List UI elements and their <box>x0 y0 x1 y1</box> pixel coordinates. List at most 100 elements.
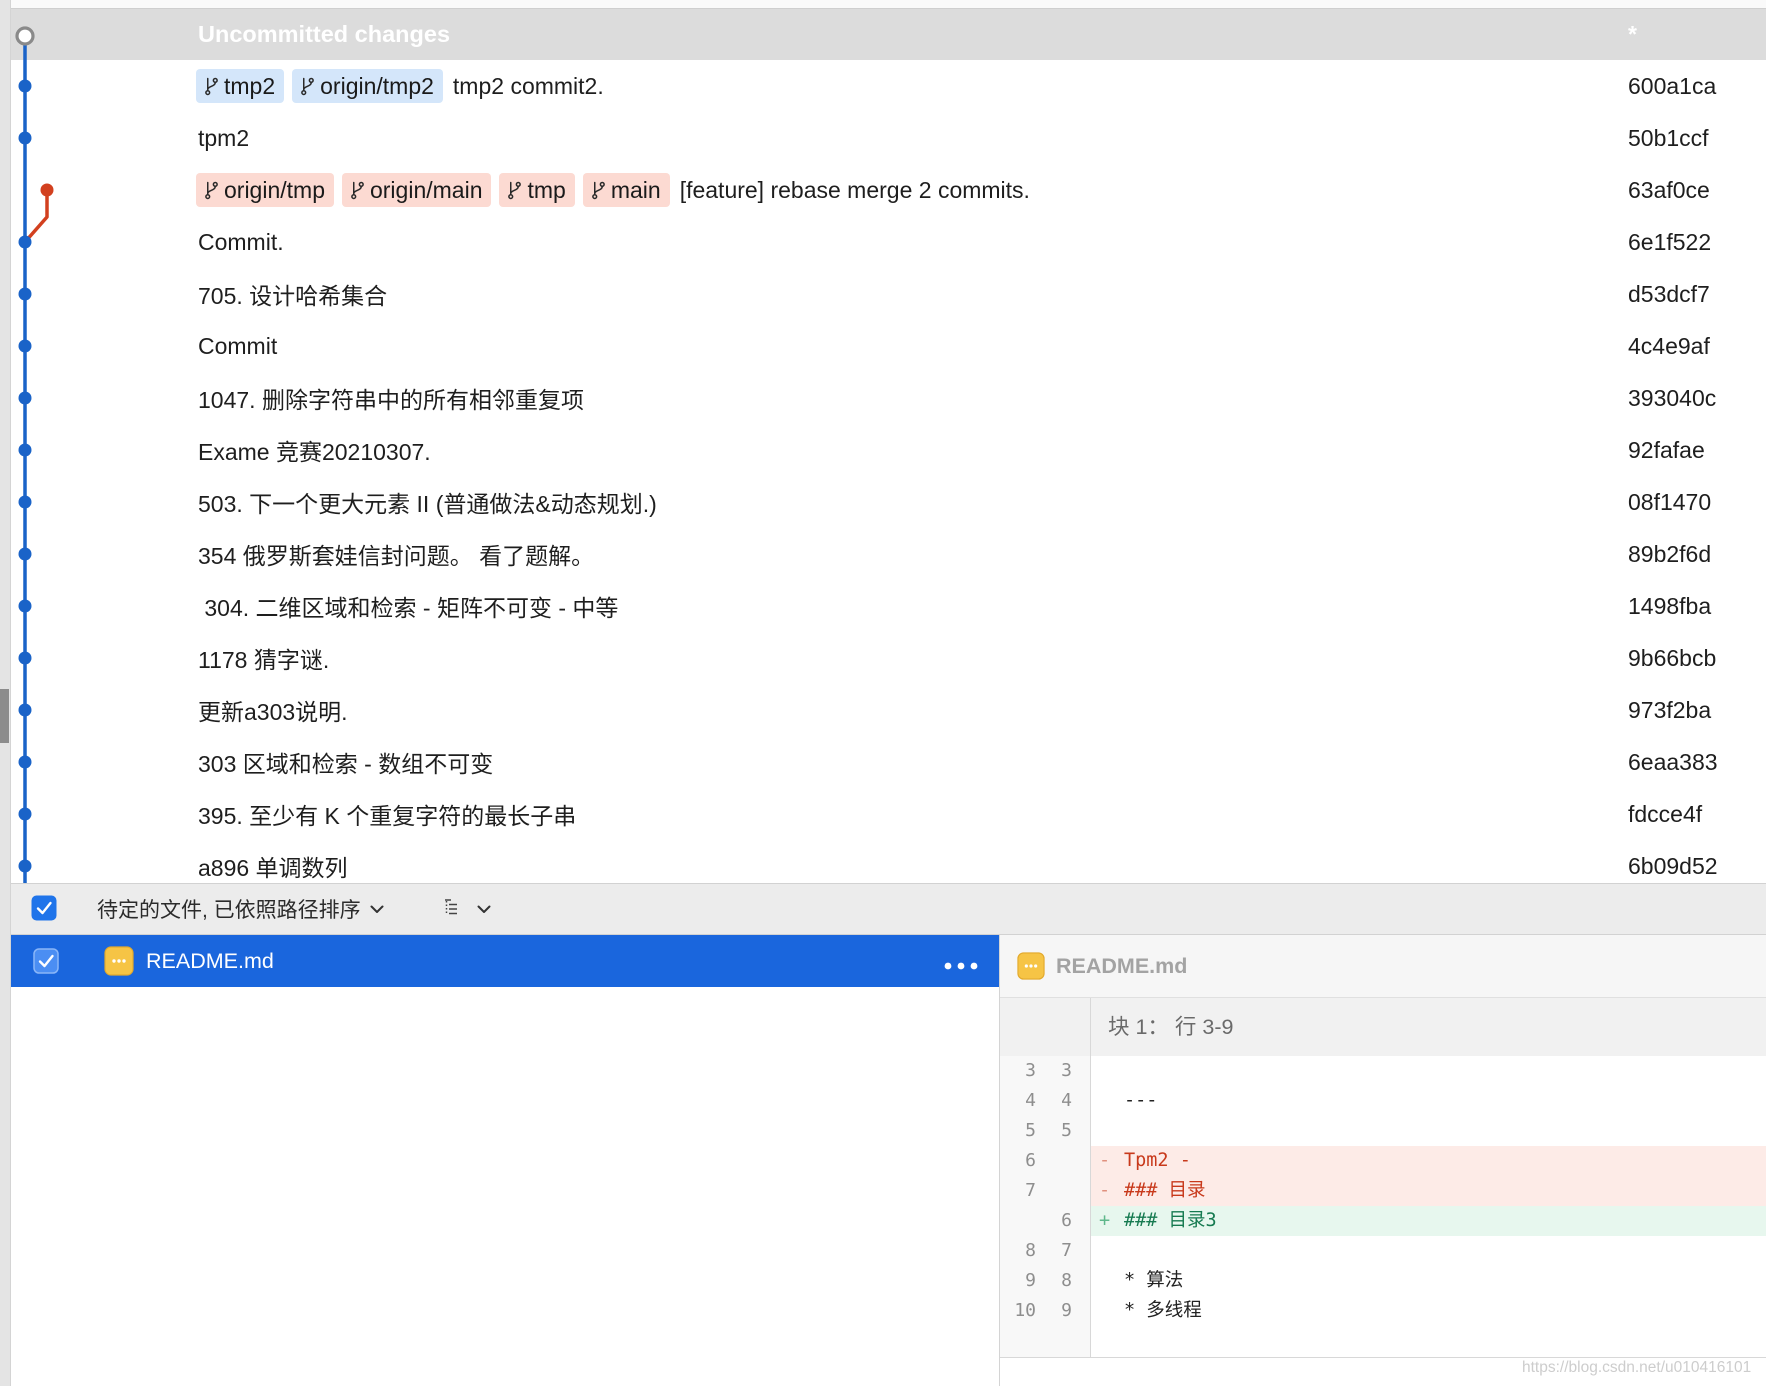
branch-badge: tmp2 <box>196 69 285 103</box>
branch-icon <box>350 180 365 200</box>
diff-line-text: --- <box>1124 1090 1158 1111</box>
commit-row[interactable]: 1047. 删除字符串中的所有相邻重复项 393040c <box>11 372 1766 424</box>
commit-description-cell: 503. 下一个更大元素 II (普通做法&动态规划.) <box>196 476 657 528</box>
branch-badge: origin/tmp <box>196 173 334 207</box>
commit-hash: 89b2f6d <box>1628 541 1712 567</box>
commit-row[interactable]: Commit. 6e1f522 <box>11 216 1766 268</box>
file-sort-dropdown[interactable]: 待定的文件, 已依照路径排序 <box>97 884 384 934</box>
commit-hash: 6b09d52 <box>1628 853 1718 879</box>
more-options-button[interactable] <box>944 957 978 970</box>
commit-row[interactable]: 1178 猜字谜. 9b66bcb <box>11 632 1766 684</box>
commit-row[interactable]: Commit 4c4e9af <box>11 320 1766 372</box>
branch-badge: tmp <box>499 173 575 207</box>
commit-dot <box>18 391 32 405</box>
new-line-number: 8 <box>1061 1270 1072 1291</box>
old-line-number: 3 <box>1025 1060 1036 1081</box>
commit-row[interactable]: 354 俄罗斯套娃信封问题。 看了题解。 89b2f6d <box>11 528 1766 580</box>
commit-message: 304. 二维区域和检索 - 矩阵不可变 - 中等 <box>198 595 619 621</box>
old-line-number: 7 <box>1025 1180 1036 1201</box>
commit-message: tmp2 commit2. <box>452 72 604 99</box>
commit-hash: 92fafae <box>1628 437 1705 463</box>
diff-line: 55 <box>1000 1116 1766 1146</box>
commit-row[interactable]: tmp2 origin/tmp2 tmp2 commit2. 600a1ca <box>11 60 1766 112</box>
commit-row[interactable]: 更新a303说明. 973f2ba <box>11 684 1766 736</box>
commit-description-cell: Exame 竞赛20210307. <box>196 424 431 476</box>
commit-description-cell: origin/tmp origin/main tmp main [feature] re… <box>196 164 1030 216</box>
commit-message: Exame 竞赛20210307. <box>198 439 431 465</box>
diff-line: 10 9 * 多线程 <box>1000 1296 1766 1326</box>
file-stage-checkbox[interactable] <box>33 948 59 974</box>
commit-hash: 4c4e9af <box>1628 333 1710 359</box>
branch-badge: origin/tmp2 <box>292 69 443 103</box>
commit-hash: 63af0ce <box>1628 177 1710 203</box>
branch-icon <box>507 180 522 200</box>
commit-message: 395. 至少有 K 个重复字符的最长子串 <box>198 803 577 829</box>
new-line-number: 5 <box>1061 1120 1072 1141</box>
commit-message: 更新a303说明. <box>198 699 348 725</box>
branch-icon <box>204 76 219 96</box>
commit-description-cell: Commit <box>196 320 277 372</box>
diff-sign: + <box>1099 1210 1111 1231</box>
diff-file-header: README.md <box>1000 935 1766 998</box>
branch-badge-label: origin/tmp <box>224 176 325 203</box>
commit-description-cell: tmp2 origin/tmp2 tmp2 commit2. <box>196 60 604 112</box>
commit-message: 705. 设计哈希集合 <box>198 283 388 309</box>
commit-message: a896 单调数列 <box>198 855 348 881</box>
new-line-number: 4 <box>1061 1090 1072 1111</box>
new-line-number: 6 <box>1061 1210 1072 1231</box>
diff-line-content: --- <box>1091 1086 1766 1116</box>
commit-row[interactable]: 503. 下一个更大元素 II (普通做法&动态规划.) 08f1470 <box>11 476 1766 528</box>
uncommitted-changes-label: Uncommitted changes <box>198 21 451 47</box>
file-sort-label: 待定的文件, 已依照路径排序 <box>97 899 361 922</box>
stage-all-checkbox[interactable] <box>31 895 57 921</box>
branch-badge: main <box>582 173 670 207</box>
new-line-number: 7 <box>1061 1240 1072 1261</box>
commit-row[interactable]: origin/tmp origin/main tmp main [feature] re… <box>11 164 1766 216</box>
checkbox-checked-icon <box>33 948 59 974</box>
more-icon <box>944 962 978 970</box>
commit-hash: 973f2ba <box>1628 697 1712 723</box>
commit-hash: 1498fba <box>1628 593 1712 619</box>
commit-message: 303 区域和检索 - 数组不可变 <box>198 751 494 777</box>
uncommitted-node <box>15 26 35 46</box>
commit-dot <box>40 183 54 197</box>
commit-row[interactable]: 304. 二维区域和检索 - 矩阵不可变 - 中等 1498fba <box>11 580 1766 632</box>
modified-file-icon <box>104 946 134 976</box>
diff-line-text: * 多线程 <box>1124 1300 1202 1321</box>
commit-dot <box>18 443 32 457</box>
commit-row[interactable]: a896 单调数列 6b09d52 <box>11 840 1766 883</box>
diff-line: 7 - ### 目录 <box>1000 1176 1766 1206</box>
diff-file-name: README.md <box>1056 954 1188 978</box>
list-header-edge <box>11 0 1766 9</box>
commit-message: Commit <box>198 332 278 359</box>
old-line-number: 9 <box>1025 1270 1036 1291</box>
branch-icon <box>300 76 315 96</box>
commit-dot <box>18 287 32 301</box>
diff-sign: - <box>1099 1180 1111 1201</box>
commit-message: [feature] rebase merge 2 commits. <box>679 176 1030 203</box>
uncommitted-changes-row[interactable]: Uncommitted changes * <box>11 9 1766 60</box>
commit-hash: 08f1470 <box>1628 489 1712 515</box>
old-line-number: 4 <box>1025 1090 1036 1111</box>
file-row[interactable]: README.md <box>11 935 999 987</box>
commit-message: 1178 猜字谜. <box>198 647 330 673</box>
commit-row[interactable]: 705. 设计哈希集合 d53dcf7 <box>11 268 1766 320</box>
side-scrollbar-thumb[interactable] <box>0 689 9 743</box>
diff-line: 9 8 * 算法 <box>1000 1266 1766 1296</box>
commit-description-cell: 1047. 删除字符串中的所有相邻重复项 <box>196 372 584 424</box>
commit-description-cell: 更新a303说明. <box>196 684 348 736</box>
commit-dot <box>18 547 32 561</box>
diff-line: 4 4 --- <box>1000 1086 1766 1116</box>
commit-message: 354 俄罗斯套娃信封问题。 看了题解。 <box>198 543 595 569</box>
commit-row[interactable]: Exame 竞赛20210307. 92fafae <box>11 424 1766 476</box>
commit-row[interactable]: 395. 至少有 K 个重复字符的最长子串 fdcce4f <box>11 788 1766 840</box>
diff-body: 3 3 4 4 --- 5 5 6- Tpm2 -7- ### 目录 6 + ### 目录3 8 7 9 8 * … <box>1000 1056 1766 1358</box>
view-options-button[interactable] <box>443 884 491 934</box>
commit-row[interactable]: 303 区域和检索 - 数组不可变 6eaa383 <box>11 736 1766 788</box>
diff-line-text: ### 目录 <box>1124 1180 1206 1201</box>
window-left-edge <box>0 0 11 1386</box>
hunk-header: 块 1： 行 3-9 <box>1000 998 1766 1056</box>
commit-hash: 50b1ccf <box>1628 125 1709 151</box>
commit-description-cell: 303 区域和检索 - 数组不可变 <box>196 736 493 788</box>
commit-row[interactable]: tpm2 50b1ccf <box>11 112 1766 164</box>
